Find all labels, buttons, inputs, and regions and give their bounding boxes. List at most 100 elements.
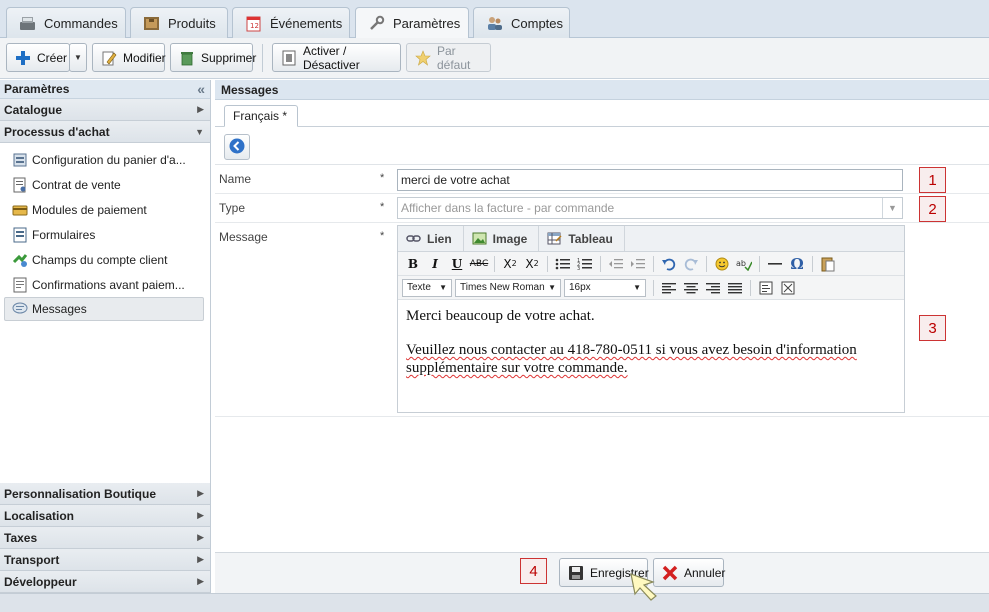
numbered-list-icon[interactable]: 123 <box>574 254 596 274</box>
tab-evenements[interactable]: 12 Événements <box>232 7 350 38</box>
sidebar-item-contrat-vente[interactable]: Contrat de vente <box>0 172 210 197</box>
sidebar-item-label: Modules de paiement <box>32 202 147 217</box>
message-row: Message * Lien Image Tableau B I U ABC X… <box>215 223 989 417</box>
users-icon <box>486 15 503 32</box>
tab-parametres[interactable]: Paramètres <box>355 7 469 39</box>
name-field[interactable]: merci de votre achat <box>397 169 903 191</box>
sidebar-item-label: Confirmations avant paiem... <box>32 277 185 292</box>
box-icon <box>143 15 160 32</box>
emoticon-icon[interactable] <box>711 254 733 274</box>
sidebar-item-configuration-panier[interactable]: Configuration du panier d'a... <box>0 147 210 172</box>
font-dropdown[interactable]: Times New Roman ▼ <box>455 278 561 297</box>
required-mark: * <box>380 201 385 213</box>
editor-separator <box>547 255 548 272</box>
outdent-icon[interactable] <box>605 254 627 274</box>
annotation-marker-2: 2 <box>919 196 946 222</box>
editor-tab-tableau[interactable]: Tableau <box>539 226 625 251</box>
editor-content[interactable]: Merci beaucoup de votre achat. Veuillez … <box>398 300 904 400</box>
tab-comptes[interactable]: Comptes <box>473 7 570 38</box>
undo-icon[interactable] <box>658 254 680 274</box>
toggle-active-button[interactable]: Activer / Désactiver <box>272 43 401 72</box>
chevron-down-icon: ▼ <box>633 283 641 292</box>
sidebar-item-formulaires[interactable]: Formulaires <box>0 222 210 247</box>
sidebar-section-personnalisation[interactable]: Personnalisation Boutique ▶ <box>0 483 210 505</box>
redo-icon[interactable] <box>680 254 702 274</box>
svg-text:3: 3 <box>577 266 580 271</box>
sidebar-item-champs-compte-client[interactable]: Champs du compte client <box>0 247 210 272</box>
editor-tab-lien[interactable]: Lien <box>398 226 464 251</box>
chevron-down-icon: ▼ <box>195 126 204 137</box>
wrench-icon <box>368 15 385 32</box>
trash-icon <box>179 50 195 66</box>
superscript-button[interactable]: X2 <box>521 254 543 274</box>
tab-commandes[interactable]: Commandes <box>6 7 126 38</box>
tab-label: Produits <box>168 15 216 31</box>
section-label: Catalogue <box>4 102 63 117</box>
sidebar-section-catalogue[interactable]: Catalogue ▶ <box>0 99 210 121</box>
sidebar-item-confirmations[interactable]: Confirmations avant paiem... <box>0 272 210 297</box>
size-dropdown[interactable]: 16px ▼ <box>564 278 646 297</box>
sidebar-title: Paramètres <box>4 82 70 96</box>
editor-separator <box>600 255 601 272</box>
align-justify-icon[interactable] <box>724 278 746 298</box>
calendar-icon: 12 <box>245 15 262 32</box>
sidebar-bottom-sections: Personnalisation Boutique ▶ Localisation… <box>0 483 210 593</box>
type-select[interactable]: Afficher dans la facture - par commande … <box>397 197 903 219</box>
cancel-button[interactable]: Annuler <box>653 558 725 587</box>
sidebar-section-processus-achat[interactable]: Processus d'achat ▼ <box>0 121 210 143</box>
create-dropdown-button[interactable]: ▼ <box>69 43 87 72</box>
sidebar-section-taxes[interactable]: Taxes ▶ <box>0 527 210 549</box>
back-arrow-icon <box>229 138 245 157</box>
format-dropdown[interactable]: Texte ▼ <box>402 278 452 297</box>
tab-label: Commandes <box>44 15 118 31</box>
name-row: Name * merci de votre achat 1 <box>215 165 989 194</box>
back-button[interactable] <box>224 134 250 160</box>
sidebar-item-modules-paiement[interactable]: Modules de paiement <box>0 197 210 222</box>
italic-button[interactable]: I <box>424 254 446 274</box>
sidebar-item-label: Messages <box>32 302 87 316</box>
section-label: Développeur <box>4 574 77 589</box>
bold-button[interactable]: B <box>402 254 424 274</box>
bullet-list-icon[interactable] <box>552 254 574 274</box>
create-button[interactable]: Créer <box>6 43 70 72</box>
required-mark: * <box>380 172 385 184</box>
default-button[interactable]: Par défaut <box>406 43 491 72</box>
indent-icon[interactable] <box>627 254 649 274</box>
align-right-icon[interactable] <box>702 278 724 298</box>
editor-tab-image[interactable]: Image <box>464 226 540 251</box>
payment-icon <box>12 202 28 218</box>
special-character-icon[interactable]: Ω <box>786 254 808 274</box>
underline-button[interactable]: U <box>446 254 468 274</box>
align-center-icon[interactable] <box>680 278 702 298</box>
sidebar-section-localisation[interactable]: Localisation ▶ <box>0 505 210 527</box>
tab-produits[interactable]: Produits <box>130 7 228 38</box>
source-code-icon[interactable] <box>755 278 777 298</box>
editor-toolbar-row-1: B I U ABC X2 X2 123 ab Ω <box>398 252 904 276</box>
paste-icon[interactable] <box>817 254 839 274</box>
delete-button[interactable]: Supprimer <box>170 43 257 72</box>
editor-separator <box>706 255 707 272</box>
annotation-marker-3: 3 <box>919 315 946 341</box>
subscript-button[interactable]: X2 <box>499 254 521 274</box>
align-left-icon[interactable] <box>658 278 680 298</box>
fullscreen-icon[interactable] <box>777 278 799 298</box>
sidebar-section-developpeur[interactable]: Développeur ▶ <box>0 571 210 593</box>
sidebar-section-transport[interactable]: Transport ▶ <box>0 549 210 571</box>
message-icon <box>12 301 28 317</box>
collapse-icon[interactable]: « <box>197 81 205 97</box>
sidebar: Paramètres « Catalogue ▶ Processus d'ach… <box>0 80 211 593</box>
tab-label: Comptes <box>511 15 564 31</box>
tab-francais[interactable]: Français * <box>224 105 299 127</box>
sidebar-item-label: Contrat de vente <box>32 177 121 192</box>
editor-paragraph-2: Veuillez nous contacter au 418-780-0511 … <box>406 342 857 376</box>
strikethrough-button[interactable]: ABC <box>468 254 490 274</box>
modify-button[interactable]: Modifier <box>92 43 166 72</box>
modify-label: Modifier <box>123 50 166 65</box>
sidebar-item-messages[interactable]: Messages <box>4 297 204 321</box>
form-icon <box>12 227 28 243</box>
horizontal-rule-icon[interactable] <box>764 254 786 274</box>
section-label: Taxes <box>4 530 38 545</box>
annotation-marker-1: 1 <box>919 167 946 193</box>
spellcheck-icon[interactable]: ab <box>733 254 755 274</box>
delete-label: Supprimer <box>201 50 257 65</box>
